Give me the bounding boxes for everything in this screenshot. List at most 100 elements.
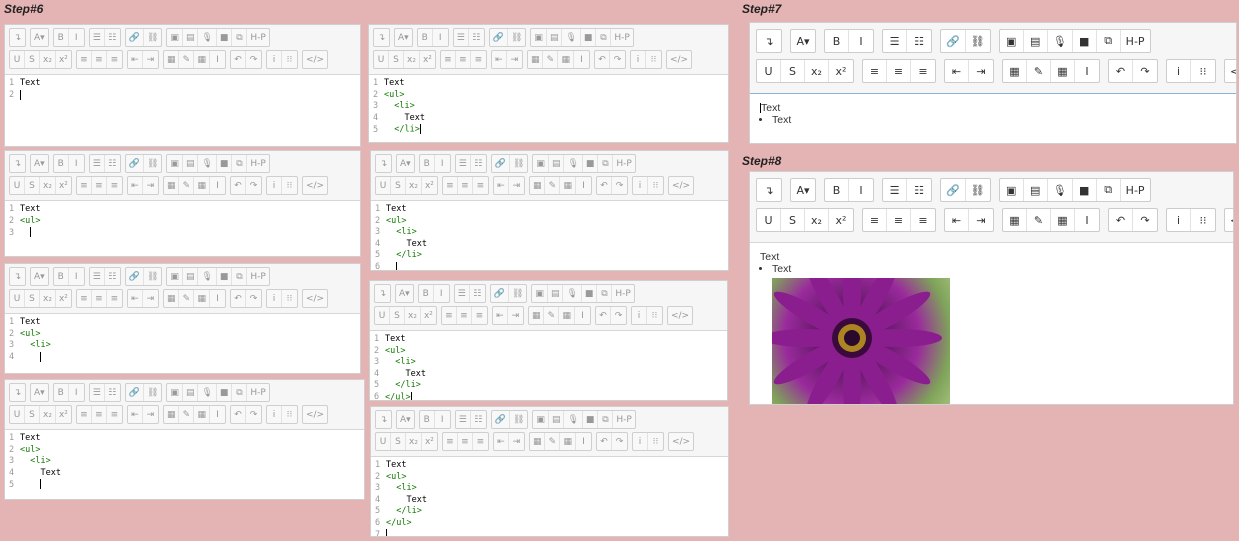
record-audio-icon[interactable]: 🎙: [563, 285, 582, 302]
strikethrough-icon[interactable]: S: [25, 290, 40, 307]
outdent-icon[interactable]: ⇤: [493, 307, 508, 324]
manage-files-icon[interactable]: ⧉: [598, 411, 614, 428]
screenreader-icon[interactable]: ⁝⁝: [282, 290, 297, 307]
undo-icon[interactable]: ↶: [596, 307, 611, 324]
screenreader-icon[interactable]: ⁝⁝: [647, 307, 662, 324]
accessibility-icon[interactable]: i: [267, 177, 282, 194]
record-audio-icon[interactable]: 🎙: [564, 155, 583, 172]
redo-icon[interactable]: ↷: [246, 406, 261, 423]
bullet-list-icon[interactable]: ☰: [883, 179, 907, 201]
h5p-icon[interactable]: H-P: [611, 29, 632, 46]
unlink-icon[interactable]: ⛓: [966, 179, 990, 201]
screenreader-icon[interactable]: ⁝⁝: [1191, 209, 1215, 231]
record-video-icon[interactable]: ■: [1073, 179, 1097, 201]
clear-format-icon[interactable]: I: [576, 433, 591, 450]
media-icon[interactable]: ▤: [1024, 179, 1048, 201]
undo-icon[interactable]: ↶: [231, 290, 246, 307]
h5p-icon[interactable]: H-P: [612, 285, 633, 302]
record-video-icon[interactable]: ■: [583, 155, 599, 172]
media-icon[interactable]: ▤: [548, 285, 564, 302]
align-left-icon[interactable]: ≡: [441, 51, 456, 68]
accessibility-icon[interactable]: i: [633, 433, 648, 450]
record-video-icon[interactable]: ■: [581, 29, 597, 46]
redo-icon[interactable]: ↷: [1133, 60, 1157, 82]
strikethrough-icon[interactable]: S: [781, 60, 805, 82]
equation-icon[interactable]: ▦: [530, 433, 546, 450]
subscript-icon[interactable]: x₂: [405, 307, 421, 324]
bold-icon[interactable]: B: [54, 155, 69, 172]
strikethrough-icon[interactable]: S: [389, 51, 404, 68]
manage-files-icon[interactable]: ⧉: [598, 155, 614, 172]
link-icon[interactable]: 🔗: [492, 155, 510, 172]
italic-icon[interactable]: I: [69, 155, 84, 172]
manage-files-icon[interactable]: ⧉: [597, 285, 613, 302]
manage-files-icon[interactable]: ⧉: [232, 268, 248, 285]
align-right-icon[interactable]: ≡: [472, 307, 487, 324]
align-right-icon[interactable]: ≡: [107, 406, 122, 423]
redo-icon[interactable]: ↷: [246, 177, 261, 194]
outdent-icon[interactable]: ⇤: [128, 177, 143, 194]
subscript-icon[interactable]: x₂: [40, 51, 56, 68]
numbered-list-icon[interactable]: ☷: [105, 155, 120, 172]
screenreader-icon[interactable]: ⁝⁝: [1191, 60, 1215, 82]
record-audio-icon[interactable]: 🎙: [1048, 30, 1073, 52]
special-char-icon[interactable]: ✎: [179, 406, 195, 423]
special-char-icon[interactable]: ✎: [1027, 209, 1051, 231]
bullet-list-icon[interactable]: ☰: [90, 384, 105, 401]
table-icon[interactable]: ▦: [1051, 209, 1075, 231]
underline-icon[interactable]: U: [757, 209, 781, 231]
h5p-icon[interactable]: H-P: [1121, 179, 1150, 201]
html-icon[interactable]: </>: [303, 177, 327, 194]
unlink-icon[interactable]: ⛓: [509, 285, 526, 302]
html-icon[interactable]: </>: [668, 307, 692, 324]
outdent-icon[interactable]: ⇤: [494, 433, 509, 450]
superscript-icon[interactable]: x²: [56, 51, 71, 68]
subscript-icon[interactable]: x₂: [406, 433, 422, 450]
table-icon[interactable]: ▦: [558, 51, 574, 68]
font-style-icon[interactable]: A▾: [31, 155, 48, 172]
h5p-icon[interactable]: H-P: [613, 155, 634, 172]
superscript-icon[interactable]: x²: [422, 177, 437, 194]
link-icon[interactable]: 🔗: [941, 179, 966, 201]
step7-content[interactable]: Text Text: [750, 94, 1236, 134]
strikethrough-icon[interactable]: S: [25, 177, 40, 194]
accessibility-icon[interactable]: i: [267, 51, 282, 68]
bold-icon[interactable]: B: [419, 285, 434, 302]
manage-files-icon[interactable]: ⧉: [232, 29, 248, 46]
undo-icon[interactable]: ↶: [597, 177, 612, 194]
collapse-icon[interactable]: ↴: [375, 285, 390, 302]
indent-icon[interactable]: ⇥: [969, 60, 993, 82]
table-icon[interactable]: ▦: [194, 177, 210, 194]
font-style-icon[interactable]: A▾: [31, 384, 48, 401]
italic-icon[interactable]: I: [434, 285, 449, 302]
record-audio-icon[interactable]: 🎙: [562, 29, 581, 46]
align-right-icon[interactable]: ≡: [107, 51, 122, 68]
html-icon[interactable]: </>: [303, 51, 327, 68]
underline-icon[interactable]: U: [10, 177, 25, 194]
record-video-icon[interactable]: ■: [1073, 30, 1097, 52]
subscript-icon[interactable]: x₂: [40, 290, 56, 307]
bullet-list-icon[interactable]: ☰: [90, 268, 105, 285]
font-style-icon[interactable]: A▾: [396, 285, 413, 302]
font-style-icon[interactable]: A▾: [791, 179, 815, 201]
italic-icon[interactable]: I: [69, 29, 84, 46]
collapse-icon[interactable]: ↴: [757, 30, 781, 52]
align-left-icon[interactable]: ≡: [77, 290, 92, 307]
bold-icon[interactable]: B: [825, 179, 849, 201]
html-source[interactable]: 1 Text 2: [5, 75, 360, 105]
unlink-icon[interactable]: ⛓: [510, 411, 527, 428]
manage-files-icon[interactable]: ⧉: [1097, 30, 1121, 52]
unlink-icon[interactable]: ⛓: [510, 155, 527, 172]
align-right-icon[interactable]: ≡: [473, 177, 488, 194]
html-source[interactable]: 1 Text 2 <ul> 3 <li> 4 Text 5 </li>: [369, 75, 728, 139]
align-center-icon[interactable]: ≡: [458, 177, 473, 194]
unlink-icon[interactable]: ⛓: [966, 30, 990, 52]
superscript-icon[interactable]: x²: [420, 51, 435, 68]
align-right-icon[interactable]: ≡: [471, 51, 486, 68]
font-style-icon[interactable]: A▾: [791, 30, 815, 52]
bold-icon[interactable]: B: [420, 155, 435, 172]
clear-format-icon[interactable]: I: [575, 307, 590, 324]
indent-icon[interactable]: ⇥: [143, 406, 158, 423]
h5p-icon[interactable]: H-P: [247, 384, 268, 401]
image-icon[interactable]: ▣: [167, 268, 183, 285]
